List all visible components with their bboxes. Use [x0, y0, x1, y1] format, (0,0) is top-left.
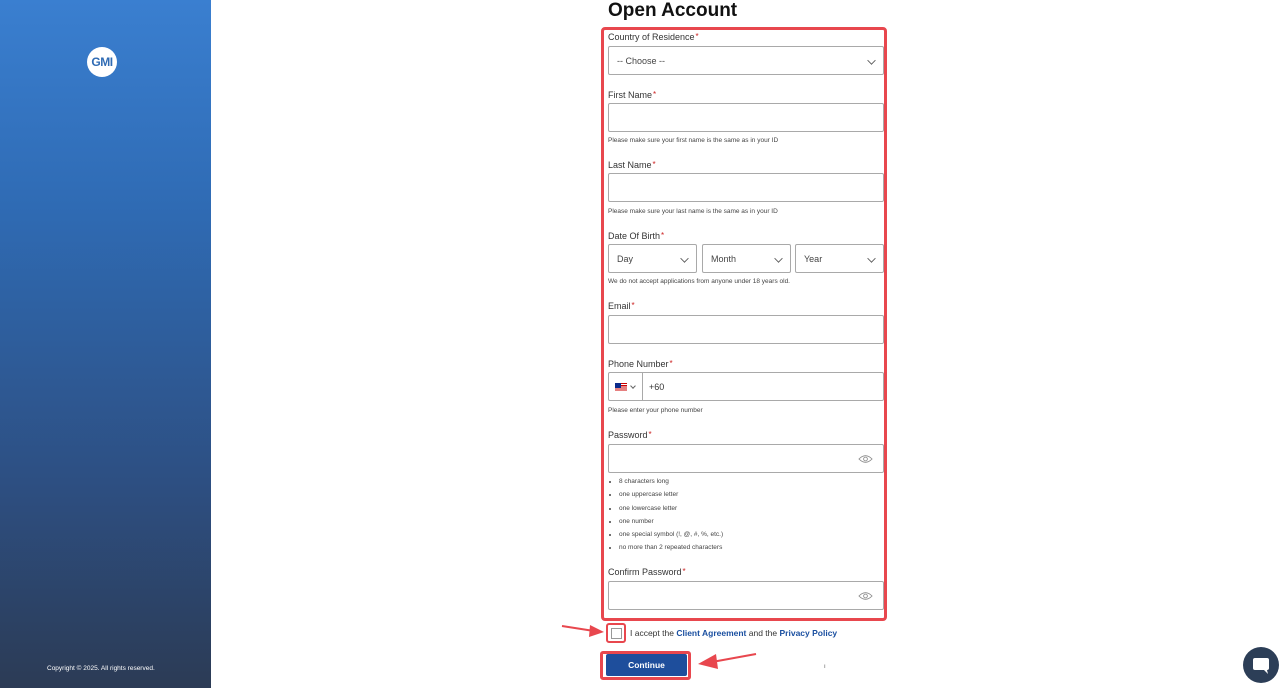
- checkbox-highlight: [606, 623, 626, 643]
- eye-icon[interactable]: [858, 454, 873, 464]
- email-label: Email*: [608, 301, 635, 311]
- password-rule: one special symbol (!, @, #, %, etc.): [619, 530, 723, 543]
- country-select[interactable]: -- Choose --: [608, 46, 884, 75]
- arrow-annotation: [698, 653, 757, 669]
- first-name-label: First Name*: [608, 90, 657, 100]
- client-agreement-link[interactable]: Client Agreement: [676, 628, 746, 638]
- password-rule: one uppercase letter: [619, 490, 723, 503]
- password-input[interactable]: [608, 444, 884, 473]
- chevron-down-icon: [774, 254, 783, 263]
- first-name-input[interactable]: [608, 103, 884, 132]
- first-name-hint: Please make sure your first name is the …: [608, 137, 779, 144]
- dob-label: Date Of Birth*: [608, 231, 665, 241]
- agreement-checkbox[interactable]: [611, 628, 622, 639]
- eye-icon[interactable]: [858, 591, 873, 601]
- chat-button[interactable]: [1243, 647, 1279, 683]
- email-input[interactable]: [608, 315, 884, 344]
- chevron-down-icon: [630, 383, 636, 389]
- phone-field: +60: [608, 372, 884, 401]
- privacy-policy-link[interactable]: Privacy Policy: [780, 628, 838, 638]
- continue-button[interactable]: Continue: [606, 654, 687, 676]
- password-rule: no more than 2 repeated characters: [619, 543, 723, 556]
- country-select-value: -- Choose --: [617, 56, 666, 66]
- copyright-text: Copyright © 2025. All rights reserved.: [47, 665, 155, 672]
- confirm-password-input[interactable]: [608, 581, 884, 610]
- page-title: Open Account: [608, 0, 738, 21]
- malaysia-flag-icon: [615, 383, 627, 391]
- agreement-text: I accept the Client Agreement and the Pr…: [630, 628, 838, 638]
- dob-hint: We do not accept applications from anyon…: [608, 278, 790, 285]
- confirm-password-label: Confirm Password*: [608, 567, 686, 577]
- password-rule: 8 characters long: [619, 477, 723, 490]
- phone-hint: Please enter your phone number: [608, 407, 703, 414]
- chat-icon: [1253, 658, 1269, 674]
- password-rule: one number: [619, 517, 723, 530]
- country-code-dropdown[interactable]: [609, 373, 643, 400]
- chevron-down-icon: [867, 56, 876, 65]
- stray-mark: ı: [824, 664, 826, 670]
- password-rules-list: 8 characters long one uppercase letter o…: [619, 477, 723, 557]
- chevron-down-icon: [680, 254, 689, 263]
- last-name-input[interactable]: [608, 173, 884, 202]
- dob-day-select[interactable]: Day: [608, 244, 697, 273]
- last-name-hint: Please make sure your last name is the s…: [608, 208, 778, 215]
- chevron-down-icon: [867, 254, 876, 263]
- dob-year-select[interactable]: Year: [795, 244, 884, 273]
- dob-month-select[interactable]: Month: [702, 244, 791, 273]
- arrow-annotation: [561, 625, 604, 637]
- phone-number-input[interactable]: +60: [649, 382, 664, 392]
- gmi-logo: GMI: [87, 47, 117, 77]
- password-rule: one lowercase letter: [619, 504, 723, 517]
- password-label: Password*: [608, 430, 652, 440]
- last-name-label: Last Name*: [608, 160, 656, 170]
- phone-label: Phone Number*: [608, 359, 673, 369]
- country-label: Country of Residence*: [608, 32, 699, 42]
- sidebar: GMI Copyright © 2025. All rights reserve…: [0, 0, 211, 688]
